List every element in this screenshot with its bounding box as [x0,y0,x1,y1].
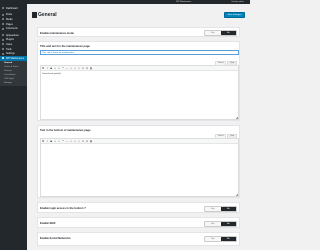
numbered-list-icon[interactable]: ≡ [58,140,60,143]
strikethrough-icon[interactable]: S [50,67,52,70]
enable-maintenance-section: Enable maintenance mode Yes No [37,27,240,37]
posts-icon [2,13,4,16]
maintenance-title-input[interactable]: This site is down for maintenance [40,50,239,55]
editor-content: Come back quickly! [42,72,61,75]
pages-icon [2,23,4,26]
login-access-section: Enable login access in the bottom ? Yes … [37,202,240,213]
sidebar-item-label: Appearance [6,33,19,37]
link-icon[interactable]: ⊘ [82,67,84,70]
page-header: General Save changes [32,9,245,21]
editor-toolbar: B I S ≡ ≡ ❝ — ≡ ≡ ≡ ⊘ ⊗ ▦ [41,139,238,144]
admin-bar-title[interactable]: WP Maintenance [176,0,191,4]
bottom-text-editor[interactable]: B I S ≡ ≡ ❝ — ≡ ≡ ≡ ⊘ ⊗ ▦ [40,138,239,197]
login-access-toggle[interactable]: Yes No [204,205,237,212]
align-center-icon[interactable]: ≡ [74,67,76,70]
italic-icon[interactable]: I [46,67,48,70]
bold-icon[interactable]: B [42,67,44,70]
sidebar-item-label: Tools [6,47,12,51]
sidebar-item-label: Media [6,17,13,21]
blockquote-icon[interactable]: ❝ [62,140,64,143]
maintenance-text-editor[interactable]: B I S ≡ ≡ ❝ — ≡ ≡ ≡ ⊘ ⊗ ▦ Come back quic… [40,65,239,120]
blockquote-icon[interactable]: ❝ [62,67,64,70]
sidebar-item-label: Posts [6,13,12,17]
social-networks-section: Enable Social Networks: Yes No [37,232,240,246]
section-label: Enable SEO: [40,222,57,225]
seo-toggle[interactable]: Yes No [204,220,237,227]
maintenance-toggle[interactable]: Yes No [204,30,237,36]
toggle-no[interactable]: No [220,206,236,211]
toggle-yes[interactable]: Yes [205,31,221,35]
toggle-no[interactable]: No [220,221,236,226]
save-changes-button[interactable]: Save changes [224,12,245,18]
seo-section: Enable SEO: Yes No [37,217,240,228]
horizontal-line-icon[interactable]: — [66,140,68,143]
section-label: Enable maintenance mode [40,31,74,35]
tools-icon [2,48,4,51]
align-center-icon[interactable]: ≡ [74,140,76,143]
section-label: Enable Social Networks: [40,237,72,240]
bold-icon[interactable]: B [42,140,44,143]
align-right-icon[interactable]: ≡ [78,140,80,143]
sidebar-item-label: Pages [6,22,13,26]
toolbar-toggle-icon[interactable]: ▦ [90,140,92,143]
sidebar-item-label: Comments [6,27,18,31]
bullet-list-icon[interactable]: ≡ [54,67,56,70]
bottom-text-section: Text in the bottom of maintenance page V… [37,125,240,198]
toggle-no[interactable]: No [220,236,236,241]
social-networks-toggle[interactable]: Yes No [204,235,237,242]
media-icon [2,18,4,21]
resize-handle-icon[interactable] [235,116,238,119]
plugin-logo-icon [32,12,37,18]
appearance-icon [2,34,4,37]
toolbar-toggle-icon[interactable]: ▦ [90,67,92,70]
section-label: Title and text for the maintenance page [40,45,90,48]
section-label: Enable login access in the bottom ? [40,207,86,210]
toggle-yes[interactable]: Yes [205,236,221,241]
unlink-icon[interactable]: ⊗ [86,140,88,143]
unlink-icon[interactable]: ⊗ [86,67,88,70]
link-icon[interactable]: ⊘ [82,140,84,143]
section-label: Text in the bottom of maintenance page [40,129,91,132]
comments-icon [2,27,4,30]
sidebar-item-label: Users [6,42,13,46]
sidebar-item-label: Dashboard [6,6,18,10]
align-left-icon[interactable]: ≡ [70,140,72,143]
maintenance-icon [2,57,4,60]
submenu-item-settings[interactable]: Settings [0,81,27,85]
toggle-no[interactable]: No [220,31,236,35]
users-icon [2,43,4,46]
admin-bar-user[interactable]: Howdy, admin [231,0,244,4]
resize-handle-icon[interactable] [235,193,238,196]
sidebar-item-label: WP Maintenance [6,56,25,60]
plugins-icon [2,38,4,41]
toggle-yes[interactable]: Yes [205,221,221,226]
align-right-icon[interactable]: ≡ [78,67,80,70]
horizontal-line-icon[interactable]: — [66,67,68,70]
admin-sidebar: Dashboard Posts Media Pages Comments App… [0,4,27,250]
dashboard-icon [2,7,4,10]
bullet-list-icon[interactable]: ≡ [54,140,56,143]
strikethrough-icon[interactable]: S [50,140,52,143]
title-text-section: Title and text for the maintenance page … [37,41,240,121]
sidebar-submenu: General Colors & Fonts Pictures CountDow… [0,60,27,86]
page-title: General [38,12,57,18]
settings-icon [2,52,4,55]
italic-icon[interactable]: I [46,140,48,143]
numbered-list-icon[interactable]: ≡ [58,67,60,70]
admin-bar: WP Maintenance Howdy, admin [0,0,250,4]
toggle-yes[interactable]: Yes [205,206,221,211]
align-left-icon[interactable]: ≡ [70,67,72,70]
sidebar-item-label: Plugins [6,38,14,42]
sidebar-item-label: Settings [6,52,15,56]
